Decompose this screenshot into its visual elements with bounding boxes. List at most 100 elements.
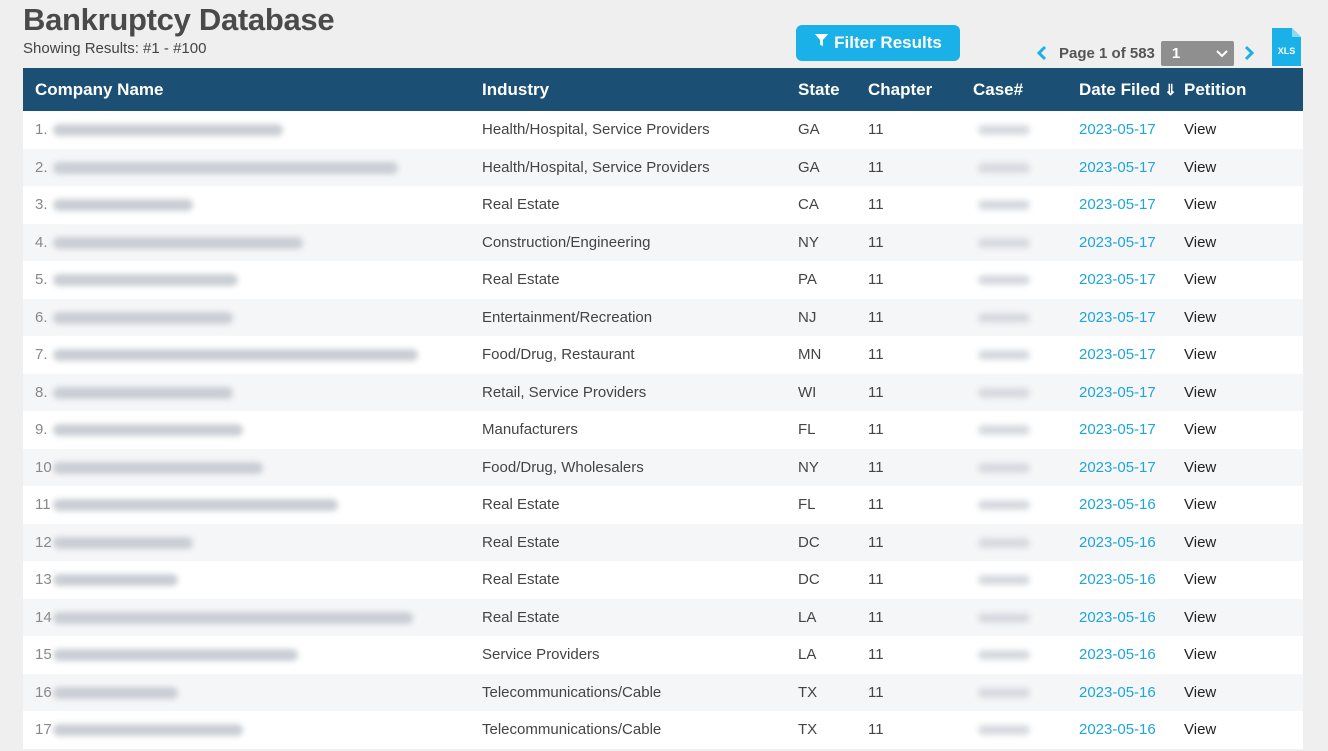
- column-header-chapter[interactable]: Chapter: [868, 68, 973, 111]
- case-number-redacted: [978, 650, 1030, 661]
- petition-view-link[interactable]: View: [1184, 299, 1303, 337]
- case-number-redacted: [978, 575, 1030, 586]
- state-cell: NY: [798, 233, 819, 251]
- industry-cell: Construction/Engineering: [482, 233, 651, 251]
- company-cell: 2.: [23, 149, 482, 187]
- date-filed-link[interactable]: 2023-05-16: [1079, 561, 1184, 599]
- company-name-redacted: [53, 236, 303, 249]
- case-cell: [973, 599, 1079, 637]
- petition-view-link[interactable]: View: [1184, 336, 1303, 374]
- date-filed-link[interactable]: 2023-05-17: [1079, 449, 1184, 487]
- row-number: 10: [35, 458, 52, 476]
- petition-view-link[interactable]: View: [1184, 674, 1303, 712]
- date-filed-link[interactable]: 2023-05-17: [1079, 224, 1184, 262]
- industry-cell: Real Estate: [482, 533, 560, 551]
- petition-view-link[interactable]: View: [1184, 636, 1303, 674]
- page-select[interactable]: 1: [1160, 40, 1234, 66]
- case-cell: [973, 636, 1079, 674]
- date-filed-link[interactable]: 2023-05-16: [1079, 674, 1184, 712]
- petition-view-link[interactable]: View: [1184, 374, 1303, 412]
- pagination: Page 1 of 583 1: [1035, 40, 1256, 66]
- company-name-redacted: [53, 574, 178, 587]
- petition-view-link[interactable]: View: [1184, 224, 1303, 262]
- petition-view-link[interactable]: View: [1184, 111, 1303, 149]
- table-row: 16 Telecommunications/Cable TX 11 2023-05-16…: [23, 673, 1303, 712]
- company-name-redacted: [53, 349, 418, 362]
- table-row: 5. Real Estate PA 11 2023-05-17 View: [23, 261, 1303, 299]
- table-row: 17 Telecommunications/Cable TX 11 2023-05-16…: [23, 711, 1303, 749]
- row-number: 3.: [35, 196, 48, 214]
- date-filed-link[interactable]: 2023-05-16: [1079, 599, 1184, 637]
- date-filed-link[interactable]: 2023-05-16: [1079, 486, 1184, 524]
- row-number: 13: [35, 571, 52, 589]
- xls-export-icon[interactable]: XLS: [1270, 27, 1302, 67]
- company-name-redacted: [53, 124, 283, 137]
- column-header-company[interactable]: Company Name: [23, 68, 482, 111]
- case-number-redacted: [978, 200, 1030, 211]
- chapter-cell: 11: [868, 233, 884, 251]
- date-filed-link[interactable]: 2023-05-17: [1079, 111, 1184, 149]
- chapter-cell: 11: [868, 308, 884, 326]
- table-row: 10 Food/Drug, Wholesalers NY 11 2023-05-17 Vi…: [23, 448, 1303, 487]
- industry-cell: Telecommunications/Cable: [482, 683, 662, 701]
- filter-results-label: Filter Results: [834, 33, 942, 52]
- petition-view-link[interactable]: View: [1184, 149, 1303, 187]
- date-filed-link[interactable]: 2023-05-16: [1079, 636, 1184, 674]
- petition-view-link[interactable]: View: [1184, 486, 1303, 524]
- company-cell: 12: [23, 524, 482, 562]
- petition-view-link[interactable]: View: [1184, 599, 1303, 637]
- column-header-state[interactable]: State: [798, 68, 868, 111]
- case-number-redacted: [978, 462, 1030, 473]
- petition-view-link[interactable]: View: [1184, 186, 1303, 224]
- date-filed-link[interactable]: 2023-05-16: [1079, 524, 1184, 562]
- state-cell: WI: [798, 383, 817, 401]
- company-cell: 16: [23, 674, 482, 712]
- industry-cell: Real Estate: [482, 571, 560, 589]
- petition-view-link[interactable]: View: [1184, 411, 1303, 449]
- chapter-cell: 11: [868, 608, 884, 626]
- chapter-cell: 11: [868, 571, 884, 589]
- state-cell: NY: [798, 458, 819, 476]
- row-number: 17: [35, 721, 52, 739]
- state-cell: GA: [798, 121, 820, 139]
- state-cell: GA: [798, 158, 820, 176]
- row-number: 16: [35, 683, 52, 701]
- case-cell: [973, 299, 1079, 337]
- column-header-case[interactable]: Case#: [973, 68, 1079, 111]
- industry-cell: Real Estate: [482, 608, 560, 626]
- row-number: 7.: [35, 346, 48, 364]
- row-number: 5.: [35, 271, 48, 289]
- industry-cell: Entertainment/Recreation: [482, 308, 653, 326]
- prev-page-icon[interactable]: [1035, 43, 1049, 63]
- petition-view-link[interactable]: View: [1184, 711, 1303, 749]
- date-filed-link[interactable]: 2023-05-17: [1079, 261, 1184, 299]
- row-number: 1.: [35, 121, 48, 139]
- date-filed-link[interactable]: 2023-05-17: [1079, 149, 1184, 187]
- column-header-date[interactable]: Date Filed ⇓: [1079, 68, 1184, 111]
- next-page-icon[interactable]: [1242, 43, 1256, 63]
- column-header-petition[interactable]: Petition: [1184, 68, 1303, 111]
- company-name-redacted: [53, 499, 338, 512]
- petition-view-link[interactable]: View: [1184, 261, 1303, 299]
- petition-view-link[interactable]: View: [1184, 449, 1303, 487]
- date-filed-link[interactable]: 2023-05-17: [1079, 186, 1184, 224]
- case-number-redacted: [978, 162, 1030, 173]
- date-filed-link[interactable]: 2023-05-16: [1079, 711, 1184, 749]
- date-filed-link[interactable]: 2023-05-17: [1079, 374, 1184, 412]
- date-filed-link[interactable]: 2023-05-17: [1079, 299, 1184, 337]
- case-cell: [973, 224, 1079, 262]
- company-cell: 3.: [23, 186, 482, 224]
- chapter-cell: 11: [868, 158, 884, 176]
- petition-view-link[interactable]: View: [1184, 561, 1303, 599]
- company-name-redacted: [53, 386, 233, 399]
- company-cell: 13: [23, 561, 482, 599]
- chevron-down-icon: [1216, 45, 1228, 62]
- filter-results-button[interactable]: Filter Results: [796, 25, 960, 61]
- column-header-industry[interactable]: Industry: [482, 68, 798, 111]
- state-cell: LA: [798, 646, 817, 664]
- petition-view-link[interactable]: View: [1184, 524, 1303, 562]
- date-filed-link[interactable]: 2023-05-17: [1079, 336, 1184, 374]
- chapter-cell: 11: [868, 196, 884, 214]
- company-name-redacted: [53, 536, 193, 549]
- date-filed-link[interactable]: 2023-05-17: [1079, 411, 1184, 449]
